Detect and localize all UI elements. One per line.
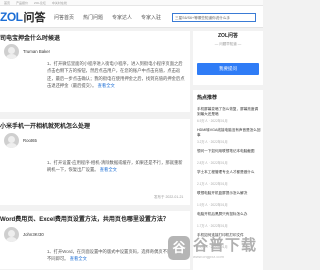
- watermark-badge-icon: 谷: [168, 236, 190, 260]
- answer-user[interactable]: Root65: [4, 133, 37, 148]
- hot-item-meta: 3.2万人 · 2022年01月: [197, 140, 228, 144]
- top-link[interactable]: 首页: [4, 1, 10, 5]
- read-more-link[interactable]: 查看全文: [70, 256, 87, 261]
- top-link[interactable]: 产品报价: [16, 1, 28, 5]
- read-more-link[interactable]: 查看全文: [98, 83, 115, 88]
- hot-item[interactable]: 电脑开机后黑屏只有鼠标怎么办: [197, 212, 261, 217]
- top-link[interactable]: ZOL论坛: [34, 1, 46, 5]
- hot-item[interactable]: 手机屏幕变暗了怎么恢复，屏幕亮度调到最大还是暗: [197, 107, 261, 117]
- answer-body: 1、打开Word，在页面设置中的版式中设置页码，选择奇偶页不同，首页不同即可。 …: [47, 248, 185, 263]
- search-input[interactable]: 三星S6/S6+等哪些知道你说什么手: [172, 13, 256, 22]
- zol-box-title: ZOL问答: [218, 33, 238, 39]
- user-name[interactable]: Root65: [23, 138, 37, 143]
- answer-text: 1、打开Word，在页面设置中的版式中设置页码，选择奇偶页不同，首页不同即可。: [47, 249, 185, 262]
- ask-question-button[interactable]: 我要提问: [197, 63, 259, 75]
- question-card: 小米手机一开相机就死机怎么处理 Root65 1、打开设置-应用程序-相机-清除…: [0, 119, 190, 205]
- site-logo[interactable]: ZOL 问答: [0, 10, 46, 24]
- user-name[interactable]: Truman Baker: [23, 49, 50, 54]
- watermark-url: www.cngpxz.com: [193, 254, 224, 259]
- nav-item-join[interactable]: 专家入驻: [141, 14, 161, 21]
- avatar[interactable]: [4, 44, 19, 59]
- read-more-link[interactable]: 查看全文: [100, 167, 117, 172]
- hot-recommend-title: 热点推荐: [197, 95, 218, 101]
- hot-item-meta: 2.8万人 · 2022年01月: [197, 161, 228, 165]
- hot-item[interactable]: HDMI转VGA线接电脑没有声音是怎么回事: [197, 128, 261, 138]
- avatar[interactable]: [4, 227, 19, 242]
- hot-item[interactable]: 想问一下如何用联想笔记本电脑截图: [197, 149, 261, 154]
- hot-item[interactable]: 联想电脑开机蓝屏提示怎么解决: [197, 191, 261, 196]
- hot-item-meta: 1.7万人 · 2022年01月: [197, 224, 228, 228]
- hot-item-meta: 1.9万人 · 2022年01月: [197, 203, 228, 207]
- answer-text: 1、打开微信里面的小程序进入街电小程序，进入到街电小程序页面之后点击右侧下方的按…: [47, 61, 185, 88]
- watermark: 谷 谷普下载 www.cngpxz.com: [168, 236, 257, 260]
- logo-zol-text: ZOL: [0, 10, 23, 24]
- answer-body: 1、打开微信里面的小程序进入街电小程序，进入到街电小程序页面之后点击右侧下方的按…: [47, 60, 185, 89]
- answer-user[interactable]: John3Kr30: [4, 227, 44, 242]
- main-nav: 问答首页 热门问题 专家达人 专家入驻: [54, 14, 161, 21]
- answer-user[interactable]: Truman Baker: [4, 44, 50, 59]
- logo-wenda-text: 问答: [23, 12, 46, 24]
- question-title[interactable]: Word费用页、Excel费用页设置方法，共用页也哪里设置方法？: [0, 214, 169, 223]
- publish-time: 发布于 2022-01-21: [154, 195, 184, 199]
- question-card: Word费用页、Excel费用页设置方法，共用页也哪里设置方法？ John3Kr…: [0, 211, 190, 269]
- hot-item[interactable]: 学士本工程管理专业人才都是做什么: [197, 170, 261, 175]
- zol-box-subtitle: — 问题早知道 —: [214, 42, 242, 46]
- hot-item-meta: 6.9万人 · 2022年01月: [197, 119, 228, 123]
- top-link[interactable]: 中关村在线: [52, 1, 67, 5]
- nav-item-home[interactable]: 问答首页: [54, 14, 74, 21]
- question-card: 司电宝押金什么时候退 Truman Baker 1、打开微信里面的小程序进入街电…: [0, 31, 190, 112]
- user-name[interactable]: John3Kr30: [23, 232, 44, 237]
- watermark-text: 谷普下载 www.cngpxz.com: [193, 237, 257, 259]
- hot-item-meta: 2.1万人 · 2022年01月: [197, 182, 228, 186]
- question-title[interactable]: 司电宝押金什么时候退: [0, 33, 60, 42]
- nav-item-experts[interactable]: 专家达人: [112, 14, 132, 21]
- question-title[interactable]: 小米手机一开相机就死机怎么处理: [0, 121, 90, 130]
- watermark-title: 谷普下载: [193, 237, 258, 254]
- zol-wenda-box: ZOL问答 — 问题早知道 — 我要提问: [193, 31, 263, 85]
- nav-item-hot[interactable]: 热门问题: [83, 14, 103, 21]
- answer-body: 1、打开设置-应用程序-相机-清除数据或缓存，如果还是不行，那就重新刷机一下，恢…: [47, 159, 185, 174]
- avatar[interactable]: [4, 133, 19, 148]
- site-header: ZOL 问答 问答首页 热门问题 专家达人 专家入驻 三星S6/S6+等哪些知道…: [0, 6, 263, 28]
